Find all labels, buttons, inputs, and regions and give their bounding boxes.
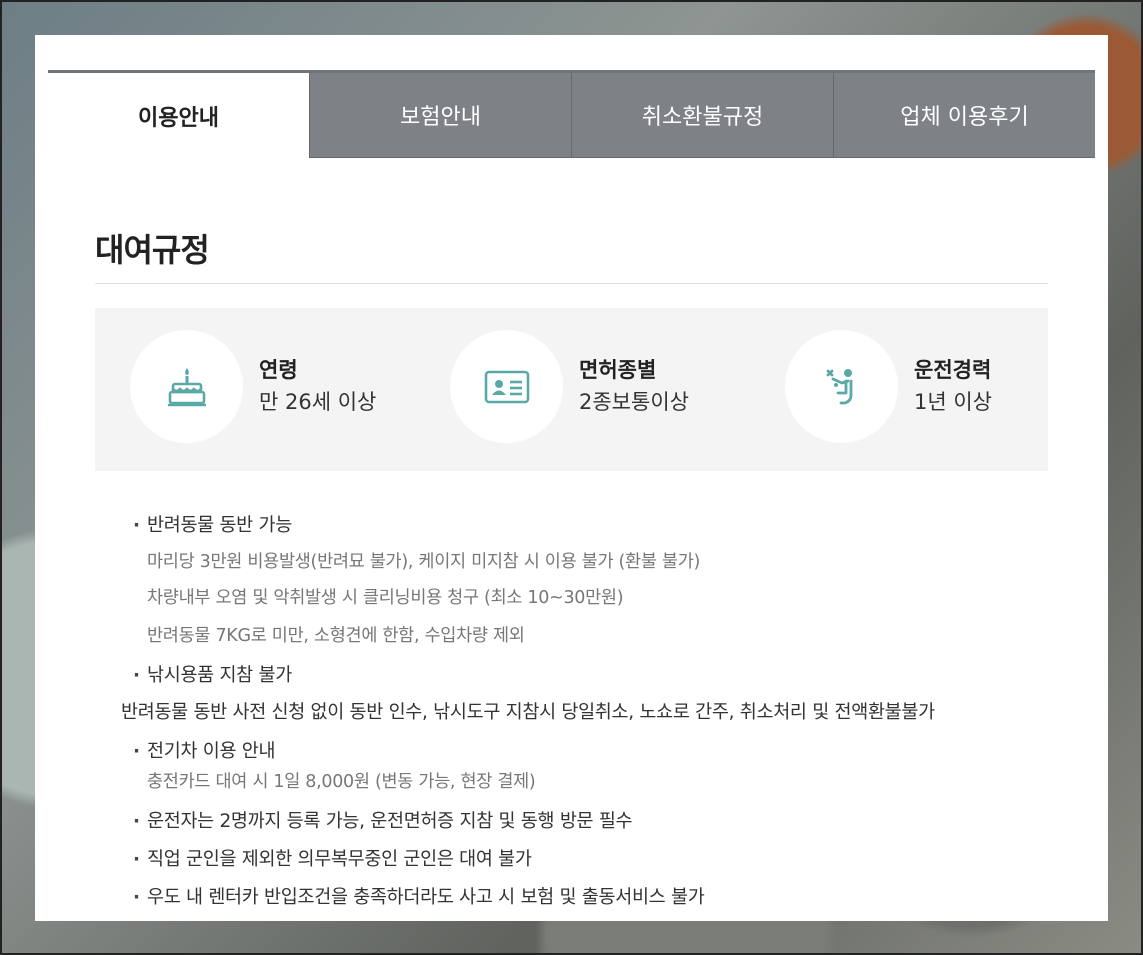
note-ev-charging-card: 충전카드 대여 시 1일 8,000원 (변동 가능, 현장 결제) bbox=[147, 772, 536, 792]
requirement-license-type: 면허종별 2종보통이상 bbox=[450, 330, 689, 443]
requirement-icon-circle bbox=[785, 330, 898, 443]
tab-bar: 이용안내 보험안내 취소환불규정 업체 이용후기 bbox=[48, 70, 1095, 158]
content-card: 이용안내 보험안내 취소환불규정 업체 이용후기 대여규정 연령 만 26세 이… bbox=[35, 35, 1108, 921]
note-driver-registration: 운전자는 2명까지 등록 가능, 운전면허증 지참 및 동행 방문 필수 bbox=[133, 808, 1073, 846]
requirement-label: 연령 bbox=[259, 357, 298, 382]
tab-reviews[interactable]: 업체 이용후기 bbox=[833, 73, 1095, 158]
requirement-label: 운전경력 bbox=[914, 357, 992, 382]
note-pet-allowed: 반려동물 동반 가능 bbox=[133, 512, 1073, 550]
note-military-restriction: 직업 군인을 제외한 의무복무중인 군인은 대여 불가 bbox=[133, 846, 1073, 884]
driver-icon bbox=[826, 368, 852, 404]
note-ev-guide: 전기차 이용 안내 bbox=[133, 738, 1073, 770]
requirement-driving-experience: 운전경력 1년 이상 bbox=[785, 330, 992, 443]
cake-icon bbox=[167, 367, 206, 406]
rental-notes-list: 반려동물 동반 가능 마리당 3만원 비용발생(반려묘 불가), 케이지 미지참… bbox=[121, 512, 1073, 921]
note-penalty: 반려동물 동반 사전 신청 없이 동반 인수, 낚시도구 지참시 당일취소, 노… bbox=[121, 702, 935, 723]
requirement-age: 연령 만 26세 이상 bbox=[130, 330, 376, 443]
license-card-icon bbox=[484, 370, 529, 403]
note-udo-restriction: 우도 내 렌터카 반입조건을 충족하더라도 사고 시 보험 및 출동서비스 불가 bbox=[133, 884, 1073, 921]
tab-usage-guide[interactable]: 이용안내 bbox=[48, 73, 309, 158]
divider bbox=[95, 283, 1048, 284]
requirement-value: 만 26세 이상 bbox=[259, 389, 377, 414]
requirement-icon-circle bbox=[130, 330, 243, 443]
requirement-icon-circle bbox=[450, 330, 563, 443]
requirement-label: 면허종별 bbox=[579, 357, 657, 382]
requirements-panel: 연령 만 26세 이상 면허종별 2종보통이상 운전경력 1년 이상 bbox=[95, 308, 1048, 471]
tab-insurance-guide[interactable]: 보험안내 bbox=[309, 73, 571, 158]
requirement-value: 2종보통이상 bbox=[579, 389, 689, 414]
section-title: 대여규정 bbox=[95, 231, 210, 269]
note-fishing-prohibited: 낚시용품 지참 불가 bbox=[133, 662, 1073, 700]
tab-cancel-refund-policy[interactable]: 취소환불규정 bbox=[571, 73, 833, 158]
note-pet-cleaning-fee: 차량내부 오염 및 악취발생 시 클리닝비용 청구 (최소 10~30만원) bbox=[147, 588, 624, 608]
note-pet-size-limit: 반려동물 7KG로 미만, 소형견에 한함, 수입차량 제외 bbox=[147, 626, 525, 646]
note-pet-fee: 마리당 3만원 비용발생(반려묘 불가), 케이지 미지참 시 이용 불가 (환… bbox=[147, 552, 701, 572]
requirement-value: 1년 이상 bbox=[914, 389, 992, 414]
